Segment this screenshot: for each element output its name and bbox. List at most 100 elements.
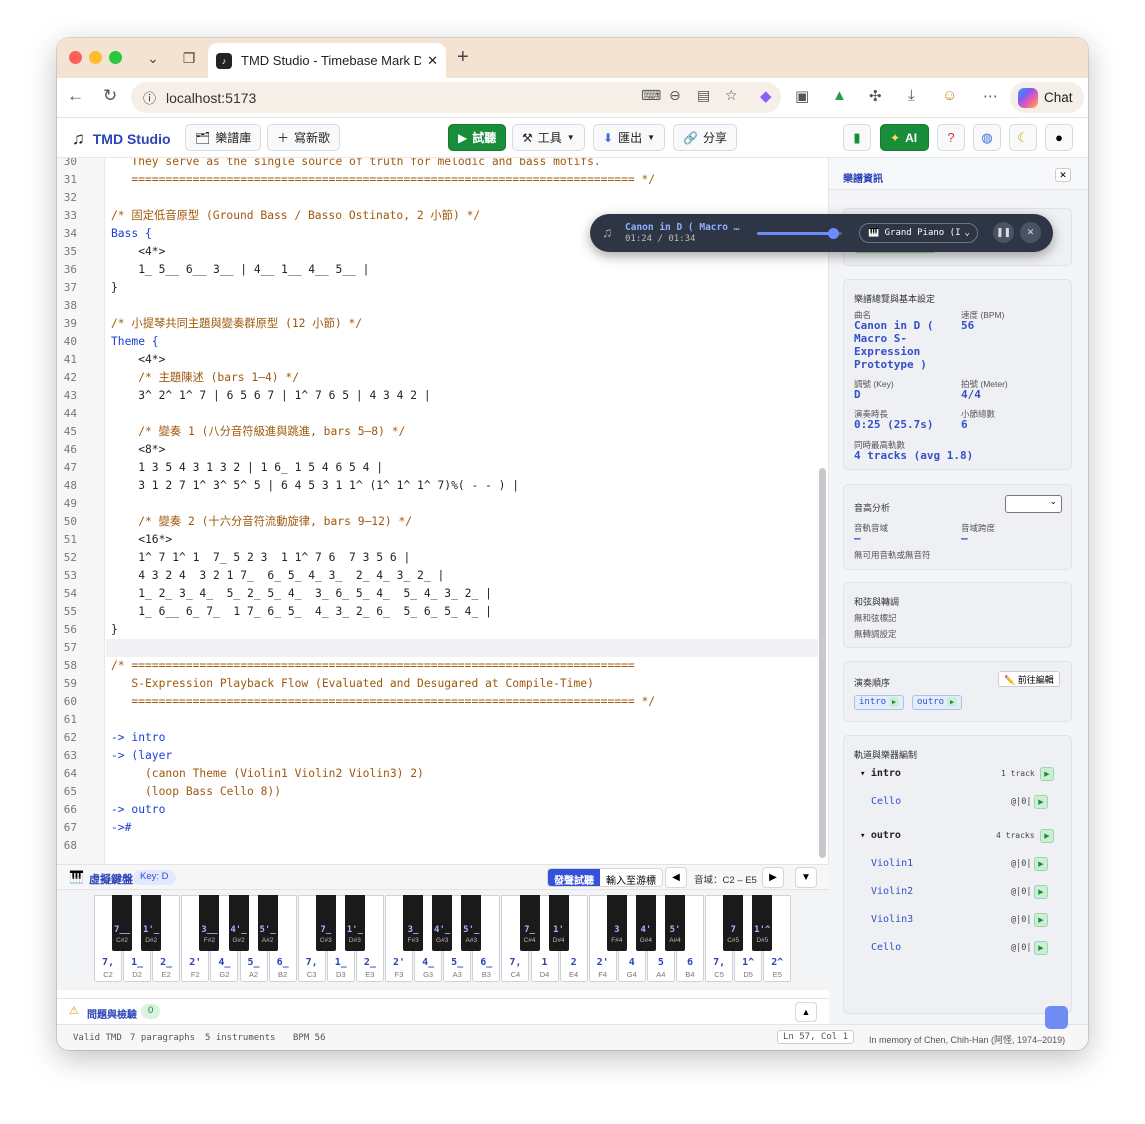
workspaces-icon[interactable]: ❐ [175, 44, 203, 72]
code-line[interactable]: 36 1_ 5__ 6__ 3__ | 4__ 1__ 4__ 5__ | [57, 261, 817, 279]
code-line[interactable]: 49 [57, 495, 817, 513]
chat-extension-icon[interactable]: ▣ [795, 87, 809, 105]
play-track-button[interactable]: ▶ [1034, 885, 1048, 899]
instrument-select[interactable]: 🎹 Grand Piano (I ⌄ [859, 223, 978, 243]
zoom-window-button[interactable] [109, 51, 122, 64]
code-line[interactable]: 37} [57, 279, 817, 297]
code-line[interactable]: 45 /* 變奏 1 (八分音符級進與跳進, bars 5–8) */ [57, 423, 817, 441]
code-line[interactable]: 38 [57, 297, 817, 315]
play-group-button[interactable]: ▶ [1040, 767, 1054, 781]
black-key-c-sharp2[interactable]: 7__ C#2 [112, 895, 133, 951]
editor-scrollbar[interactable] [819, 468, 826, 858]
range-right-button[interactable]: ▶ [762, 867, 784, 888]
code-line[interactable]: 48 3 1 2 7 1^ 3^ 5^ 5 | 6 4 5 3 1 1^ (1^… [57, 477, 817, 495]
stats-button[interactable]: ▮ [843, 124, 871, 151]
reload-icon[interactable]: ↻ [103, 86, 117, 106]
progress-handle[interactable] [827, 228, 839, 239]
code-editor[interactable]: 30 They serve as the single source of tr… [57, 158, 829, 864]
pause-button[interactable]: ❚❚ [993, 222, 1014, 243]
reader-icon[interactable]: ▤ [697, 87, 710, 104]
code-line[interactable]: 65 (loop Bass Cello 8)) [57, 783, 817, 801]
code-line[interactable]: 32 [57, 189, 817, 207]
code-line[interactable]: 53 4 3 2 4 3 2 1 7_ 6_ 5_ 4_ 3_ 2_ 4_ 3_… [57, 567, 817, 585]
download-icon[interactable]: ⤓ [908, 87, 915, 104]
code-line[interactable]: 54 1_ 2_ 3_ 4_ 5_ 2_ 5_ 4_ 3_ 6_ 5_ 4_ 5… [57, 585, 817, 603]
black-key-d-sharp2[interactable]: 1'_ D#2 [141, 895, 162, 951]
play-track-button[interactable]: ▶ [1034, 913, 1048, 927]
track-select[interactable]: ⌄ [1005, 495, 1062, 513]
share-button[interactable]: 🔗 分享 [673, 124, 737, 151]
black-key-d-sharp4[interactable]: 1' D#4 [548, 895, 569, 951]
code-line[interactable]: 62 -> intro [57, 729, 817, 747]
zoom-icon[interactable]: ⊖ [669, 87, 681, 104]
code-line[interactable]: 43 3^ 2^ 1^ 7 | 6 5 6 7 | 1^ 7 6 5 | 4 3… [57, 387, 817, 405]
black-key-g-sharp4[interactable]: 4' G#4 [635, 895, 656, 951]
code-line[interactable]: 42 /* 主題陳述 (bars 1–4) */ [57, 369, 817, 387]
new-tab-icon[interactable]: + [457, 46, 469, 69]
code-line[interactable]: 52 1^ 7 1^ 1 7_ 5 2 3 1 1^ 7 6 7 3 5 6 | [57, 549, 817, 567]
black-key-a-sharp2[interactable]: 5'_ A#2 [257, 895, 278, 951]
play-track-button[interactable]: ▶ [1034, 941, 1048, 955]
new-song-button[interactable]: ＋ 寫新歌 [267, 124, 341, 151]
minimize-window-button[interactable] [89, 51, 102, 64]
tools-button[interactable]: ⚒ 工具 ▼ [512, 124, 585, 151]
insert-mode-option[interactable]: 輸入至游標 [600, 869, 662, 886]
black-key-a-sharp3[interactable]: 5'_ A#3 [461, 895, 482, 951]
code-line[interactable]: 51 <16*> [57, 531, 817, 549]
code-line[interactable]: 64 (canon Theme (Violin1 Violin2 Violin3… [57, 765, 817, 783]
help-button[interactable]: ? [937, 124, 965, 151]
library-button[interactable]: 🗂 樂譜庫 [185, 124, 262, 151]
keyboard-mode-toggle[interactable]: 發聲試聽 輸入至游標 [547, 868, 663, 887]
code-line[interactable]: 40 Theme { [57, 333, 817, 351]
profile-avatar[interactable]: ☺ [942, 87, 957, 104]
play-track-button[interactable]: ▶ [1034, 795, 1048, 809]
close-window-button[interactable] [69, 51, 82, 64]
code-line[interactable]: 63 -> (layer [57, 747, 817, 765]
black-key-d-sharp3[interactable]: 1'_ D#3 [344, 895, 365, 951]
code-line[interactable]: 58 /* ===================================… [57, 657, 817, 675]
theme-toggle-button[interactable]: ☾ [1009, 124, 1037, 151]
expand-problems-button[interactable]: ▲ [795, 1002, 817, 1022]
progress-slider[interactable] [757, 228, 842, 239]
code-line[interactable]: 61 [57, 711, 817, 729]
language-button[interactable]: ◍ [973, 124, 1001, 151]
order-chip-intro[interactable]: intro ▶ [854, 695, 905, 710]
address-bar[interactable]: ⓘ localhost:5173 [131, 82, 781, 113]
code-line[interactable]: 50 /* 變奏 2 (十六分音符流動旋律, bars 9–12) */ [57, 513, 817, 531]
black-key-f-sharp4[interactable]: 3 F#4 [606, 895, 627, 951]
code-line[interactable]: 66 -> outro [57, 801, 817, 819]
track-group-intro[interactable]: ▾ intro [860, 768, 901, 779]
black-key-c-sharp3[interactable]: 7_ C#3 [315, 895, 336, 951]
code-line[interactable]: 46 <8*> [57, 441, 817, 459]
app-logo[interactable]: ♫ TMD Studio [72, 129, 171, 149]
black-key-d-sharp5[interactable]: 1'^ D#5 [752, 895, 773, 951]
cursor-position[interactable]: Ln 57, Col 1 [777, 1030, 855, 1044]
github-button[interactable]: ● [1045, 124, 1073, 151]
code-line[interactable]: 55 1_ 6__ 6_ 7_ 1 7_ 6_ 5_ 4_ 3_ 2_ 6_ 5… [57, 603, 817, 621]
keyboard-icon[interactable]: ⌨ [641, 87, 661, 104]
export-button[interactable]: ⬇ 匯出 ▼ [593, 124, 665, 151]
copilot-chat-button[interactable]: Chat [1010, 82, 1084, 113]
close-panel-button[interactable]: ✕ [1055, 168, 1071, 182]
black-key-g-sharp2[interactable]: 4'_ G#2 [228, 895, 249, 951]
track-name[interactable]: Cello [871, 942, 901, 953]
track-name[interactable]: Violin3 [871, 914, 913, 925]
code-line[interactable]: 30 They serve as the single source of tr… [57, 158, 817, 171]
code-line[interactable]: 41 <4*> [57, 351, 817, 369]
code-line[interactable]: 31 =====================================… [57, 171, 817, 189]
track-name[interactable]: Violin1 [871, 858, 913, 869]
close-player-button[interactable]: ✕ [1020, 222, 1041, 243]
code-line[interactable]: 44 [57, 405, 817, 423]
black-key-g-sharp3[interactable]: 4'_ G#3 [432, 895, 453, 951]
range-left-button[interactable]: ◀ [665, 867, 687, 888]
black-key-f-sharp3[interactable]: 3_ F#3 [403, 895, 424, 951]
code-line[interactable]: 57 [57, 639, 817, 657]
site-info-icon[interactable]: ⓘ [143, 88, 156, 107]
close-tab-icon[interactable]: ✕ [427, 53, 438, 69]
ai-button[interactable]: ✦ AI [880, 124, 929, 151]
track-group-outro[interactable]: ▾ outro [860, 830, 901, 841]
edit-order-button[interactable]: ✏️ 前往編輯 [998, 671, 1060, 687]
black-key-c-sharp4[interactable]: 7_ C#4 [519, 895, 540, 951]
more-menu-icon[interactable]: ⋯ [983, 87, 998, 105]
bookmark-star-icon[interactable]: ☆ [725, 87, 738, 104]
